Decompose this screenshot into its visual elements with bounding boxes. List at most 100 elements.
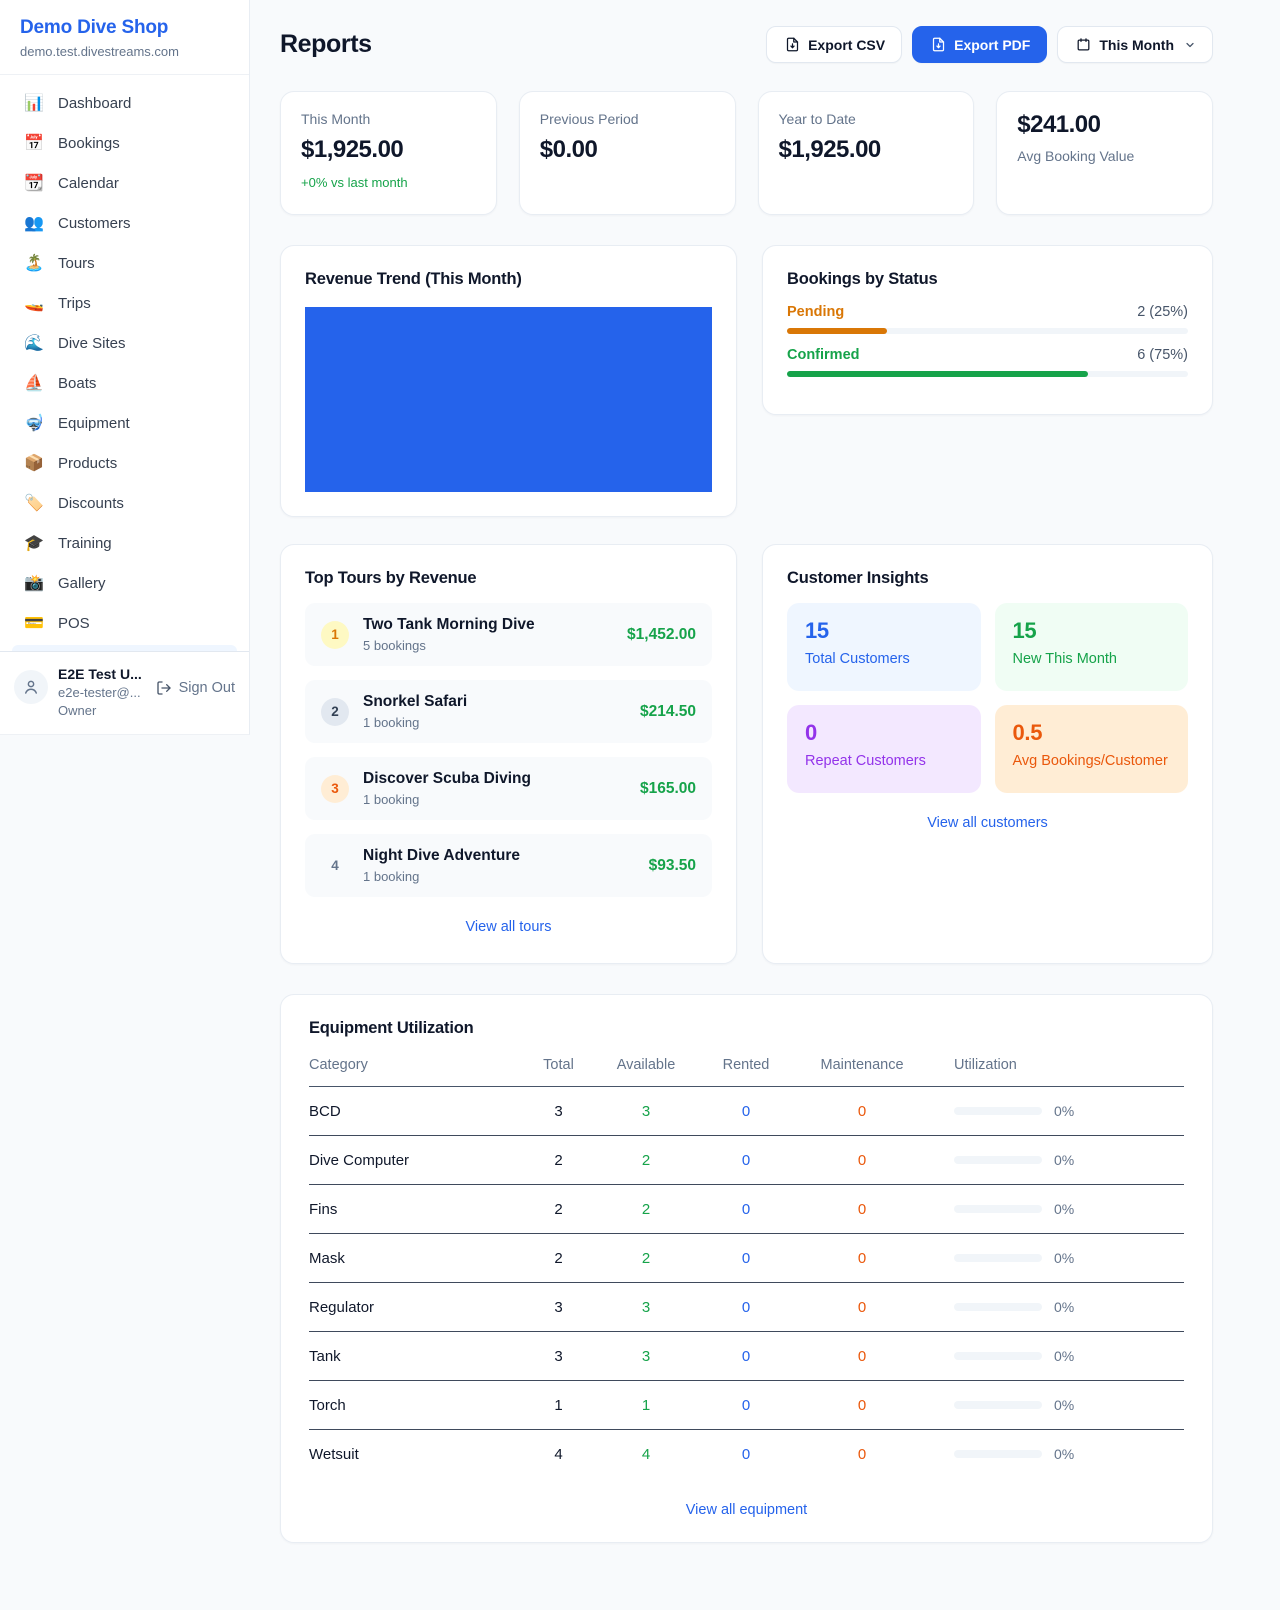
sidebar-item-tours[interactable]: 🏝️Tours	[12, 245, 237, 282]
sidebar-item-trips[interactable]: 🚤Trips	[12, 285, 237, 322]
status-label: Pending	[787, 304, 844, 320]
equipment-rented: 0	[696, 1299, 796, 1316]
top-tours-card: Top Tours by Revenue 1Two Tank Morning D…	[280, 544, 737, 964]
sign-out-button[interactable]: Sign Out	[154, 680, 235, 696]
user-role: Owner	[58, 703, 144, 718]
table-row: Dive Computer22000%	[309, 1136, 1184, 1185]
sidebar-header: Demo Dive Shop demo.test.divestreams.com	[0, 0, 249, 75]
equipment-maintenance: 0	[796, 1397, 928, 1414]
equipment-maintenance: 0	[796, 1299, 928, 1316]
calendar-icon	[1076, 37, 1091, 52]
status-row: Confirmed6 (75%)	[787, 347, 1188, 377]
sidebar-item-products[interactable]: 📦Products	[12, 445, 237, 482]
utilization-cell: 0%	[928, 1446, 1184, 1462]
stat-label: Avg Booking Value	[1017, 148, 1192, 164]
tour-revenue: $214.50	[640, 703, 696, 721]
utilization-cell: 0%	[928, 1103, 1184, 1119]
rank-badge: 4	[321, 852, 349, 880]
utilization-bar-track	[954, 1450, 1042, 1458]
view-all-customers-link[interactable]: View all customers	[787, 815, 1188, 831]
equipment-total: 3	[521, 1103, 596, 1120]
export-pdf-button[interactable]: Export PDF	[912, 26, 1047, 63]
sidebar-item-training[interactable]: 🎓Training	[12, 525, 237, 562]
equipment-utilization-card: Equipment Utilization CategoryTotalAvail…	[280, 994, 1213, 1543]
tour-info: Snorkel Safari 1 booking	[363, 693, 467, 730]
tour-list: 1Two Tank Morning Dive5 bookings$1,452.0…	[305, 603, 712, 911]
rank-badge: 1	[321, 621, 349, 649]
bookings-by-status-card: Bookings by Status Pending2 (25%)Confirm…	[762, 245, 1213, 415]
sidebar-item-gallery[interactable]: 📸Gallery	[12, 565, 237, 602]
period-dropdown[interactable]: This Month	[1057, 26, 1213, 63]
equipment-total: 2	[521, 1201, 596, 1218]
view-all-tours-link[interactable]: View all tours	[305, 919, 712, 935]
sidebar-item-label: POS	[58, 615, 90, 632]
sidebar-item-dive-sites[interactable]: 🌊Dive Sites	[12, 325, 237, 362]
insights-row: Top Tours by Revenue 1Two Tank Morning D…	[280, 544, 1213, 964]
stat-value: $241.00	[1017, 111, 1192, 139]
avatar	[14, 670, 48, 704]
sidebar-item-customers[interactable]: 👥Customers	[12, 205, 237, 242]
utilization-percent: 0%	[1054, 1250, 1074, 1266]
sidebar-item-label: Dashboard	[58, 95, 131, 112]
insight-value: 0.5	[1013, 720, 1171, 746]
tour-list-item: 1Two Tank Morning Dive5 bookings$1,452.0…	[305, 603, 712, 666]
utilization-percent: 0%	[1054, 1299, 1074, 1315]
tour-list-item: 2 Snorkel Safari 1 booking $214.50	[305, 680, 712, 743]
column-header: Utilization	[928, 1057, 1184, 1073]
revenue-trend-chart	[305, 307, 712, 492]
tour-bookings: 1 booking	[363, 715, 467, 730]
utilization-cell: 0%	[928, 1250, 1184, 1266]
stat-card: $241.00 Avg Booking Value	[996, 91, 1213, 215]
equipment-table-body: BCD33000%Dive Computer22000%Fins22000%Ma…	[309, 1087, 1184, 1478]
equipment-category: Fins	[309, 1201, 521, 1218]
user-name: E2E Test U...	[58, 666, 144, 682]
sidebar-item-equipment[interactable]: 🤿 Equipment	[12, 405, 237, 442]
app-root: Demo Dive Shop demo.test.divestreams.com…	[0, 0, 1280, 1610]
equipment-maintenance: 0	[796, 1201, 928, 1218]
tour-name: Discover Scuba Diving	[363, 770, 531, 788]
export-csv-label: Export CSV	[808, 37, 885, 53]
tour-revenue: $165.00	[640, 780, 696, 798]
diving-mask-icon: 🤿	[24, 416, 44, 432]
view-all-equipment-link[interactable]: View all equipment	[309, 1502, 1184, 1518]
users-icon: 👥	[24, 216, 44, 232]
insight-value: 0	[805, 720, 963, 746]
sidebar-item-label: Discounts	[58, 495, 124, 512]
sidebar-item-calendar[interactable]: 📆Calendar	[12, 165, 237, 202]
equipment-total: 3	[521, 1299, 596, 1316]
status-bar-track	[787, 371, 1188, 377]
sidebar-item-boats[interactable]: ⛵Boats	[12, 365, 237, 402]
table-row: Tank33000%	[309, 1332, 1184, 1381]
rank-badge: 2	[321, 698, 349, 726]
tear-off-calendar-icon: 📆	[24, 176, 44, 192]
sidebar-item-dashboard[interactable]: 📊Dashboard	[12, 85, 237, 122]
stat-card: Previous Period$0.00	[519, 91, 736, 215]
export-csv-button[interactable]: Export CSV	[766, 26, 902, 63]
insight-tile: 15New This Month	[995, 603, 1189, 691]
card-title: Top Tours by Revenue	[305, 569, 712, 588]
status-rows: Pending2 (25%)Confirmed6 (75%)	[787, 304, 1188, 377]
utilization-bar-track	[954, 1352, 1042, 1360]
sidebar-item-bookings[interactable]: 📅Bookings	[12, 125, 237, 162]
sidebar-item-pos[interactable]: 💳POS	[12, 605, 237, 642]
equipment-total: 2	[521, 1250, 596, 1267]
sidebar-item-discounts[interactable]: 🏷️Discounts	[12, 485, 237, 522]
page-title: Reports	[280, 30, 372, 59]
sidebar-item-label: Gallery	[58, 575, 106, 592]
rank-badge: 3	[321, 775, 349, 803]
equipment-maintenance: 0	[796, 1103, 928, 1120]
page-header: Reports Export CSV Export PDF	[280, 26, 1213, 63]
table-row: BCD33000%	[309, 1087, 1184, 1136]
utilization-cell: 0%	[928, 1201, 1184, 1217]
status-bar-track	[787, 328, 1188, 334]
equipment-available: 4	[596, 1446, 696, 1463]
insight-label: Repeat Customers	[805, 753, 963, 769]
utilization-cell: 0%	[928, 1152, 1184, 1168]
status-label: Confirmed	[787, 347, 860, 363]
sidebar-item-label: Equipment	[58, 415, 130, 432]
file-export-icon	[785, 37, 800, 52]
equipment-category: Torch	[309, 1397, 521, 1414]
tour-name: Snorkel Safari	[363, 693, 467, 711]
sidebar: Demo Dive Shop demo.test.divestreams.com…	[0, 0, 250, 735]
header-actions: Export CSV Export PDF This Month	[766, 26, 1213, 63]
